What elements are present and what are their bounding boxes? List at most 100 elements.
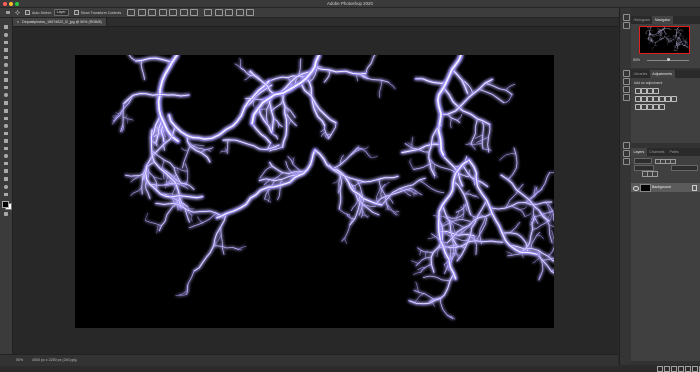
brush-tool-icon[interactable] — [3, 92, 9, 98]
tab-navigator[interactable]: Navigator — [652, 16, 672, 24]
align-left-icon[interactable] — [127, 9, 135, 16]
align-bottom-icon[interactable] — [180, 9, 188, 16]
type-tool-icon[interactable] — [3, 153, 9, 159]
opacity-field[interactable] — [671, 165, 698, 171]
navigator-zoom-thumb[interactable] — [667, 58, 670, 61]
document-canvas[interactable] — [75, 55, 554, 328]
lock-all-icon[interactable] — [652, 171, 658, 177]
eraser-tool-icon[interactable] — [3, 115, 9, 121]
auto-select-control[interactable]: Auto-Select: Layer — [25, 9, 69, 16]
properties-icon[interactable] — [623, 22, 630, 29]
lightning-branch — [278, 179, 282, 199]
options-bar: Auto-Select: Layer Show Transform Contro… — [0, 8, 700, 18]
rectangle-tool-icon[interactable] — [3, 168, 9, 174]
layer-name[interactable]: Background — [652, 185, 671, 189]
lasso-tool-icon[interactable] — [3, 47, 9, 53]
thumbnail-lightning-branch — [647, 40, 648, 41]
swatches-icon[interactable] — [623, 86, 630, 93]
new-layer-icon[interactable] — [692, 366, 698, 372]
path-select-tool-icon[interactable] — [3, 161, 9, 167]
lightning-branch — [198, 217, 203, 223]
history-brush-tool-icon[interactable] — [3, 108, 9, 114]
paths-panel-icon[interactable] — [623, 158, 630, 165]
transform-controls-checkbox[interactable] — [74, 10, 79, 15]
lightning-branch — [124, 55, 136, 61]
quick-select-tool-icon[interactable] — [3, 54, 9, 60]
history-icon[interactable] — [623, 14, 630, 21]
align-center-icon[interactable] — [138, 9, 146, 16]
slide-3d-icon[interactable] — [236, 9, 244, 16]
exposure-icon[interactable] — [653, 88, 659, 94]
tab-histogram[interactable]: Histogram — [631, 16, 652, 24]
frame-tool-icon[interactable] — [3, 70, 9, 76]
thumbnail-lightning-branch — [672, 30, 673, 31]
move-tool-preset[interactable] — [15, 10, 20, 15]
filter-shape-icon[interactable] — [670, 159, 676, 165]
new-group-icon[interactable] — [685, 366, 691, 372]
layer-style-icon[interactable] — [664, 366, 670, 372]
more-align-icon[interactable] — [190, 9, 198, 16]
thumbnail-lightning-branch — [660, 31, 661, 32]
app-title: Adobe Photoshop 2020 — [0, 1, 700, 6]
quick-mask-icon[interactable] — [3, 211, 9, 217]
navigator-thumbnail[interactable] — [639, 26, 690, 54]
tab-channels[interactable]: Channels — [647, 148, 667, 156]
tab-paths[interactable]: Paths — [667, 148, 681, 156]
thumbnail-lightning-branch — [682, 36, 684, 37]
channels-panel-icon[interactable] — [623, 150, 630, 157]
tab-layers[interactable]: Layers — [631, 148, 647, 156]
gradient-map-icon[interactable] — [659, 104, 665, 110]
home-button[interactable] — [5, 10, 10, 15]
link-layers-icon[interactable] — [657, 366, 663, 372]
clone-stamp-tool-icon[interactable] — [3, 100, 9, 106]
layer-row-background[interactable]: Background — [631, 183, 700, 192]
zoom-tool-icon[interactable] — [3, 184, 9, 190]
spot-heal-tool-icon[interactable] — [3, 85, 9, 91]
tab-libraries[interactable]: Libraries — [631, 70, 650, 78]
foreground-color-swatch[interactable] — [2, 201, 9, 208]
brushes-icon[interactable] — [623, 94, 630, 101]
move-tool-icon[interactable] — [3, 24, 9, 30]
layers-panel-icon[interactable] — [623, 142, 630, 149]
color-lookup-icon[interactable] — [671, 96, 677, 102]
lightning-branch — [351, 200, 357, 211]
lightning-branch — [342, 225, 350, 241]
color-icon[interactable] — [623, 78, 630, 85]
orbit-3d-icon[interactable] — [204, 9, 212, 16]
drag-3d-icon[interactable] — [225, 9, 233, 16]
auto-select-dropdown[interactable]: Layer — [54, 9, 69, 16]
align-right-icon[interactable] — [148, 9, 156, 16]
eyedropper-tool-icon[interactable] — [3, 77, 9, 83]
dodge-tool-icon[interactable] — [3, 138, 9, 144]
hand-tool-icon[interactable] — [3, 176, 9, 182]
auto-select-checkbox[interactable] — [25, 10, 30, 15]
adjustment-layer-icon[interactable] — [678, 366, 684, 372]
tab-adjustments[interactable]: Adjustments — [650, 70, 675, 78]
roll-3d-icon[interactable] — [215, 9, 223, 16]
crop-tool-icon[interactable] — [3, 62, 9, 68]
transform-controls-control[interactable]: Show Transform Controls — [74, 10, 122, 15]
layer-filter-dropdown[interactable] — [634, 158, 652, 164]
marquee-tool-icon[interactable] — [3, 39, 9, 45]
document-tab[interactable]: × Depositphotos_16074022_l2_jpg @ 50% (R… — [13, 18, 107, 26]
pen-tool-icon[interactable] — [3, 146, 9, 152]
align-top-icon[interactable] — [159, 9, 167, 16]
status-arrow-icon[interactable]: › — [75, 358, 76, 363]
more-tools-tool-icon[interactable] — [3, 191, 9, 197]
artboard-tool-icon[interactable] — [3, 32, 9, 38]
color-swatches[interactable] — [2, 201, 10, 209]
gradient-tool-icon[interactable] — [3, 123, 9, 129]
blur-tool-icon[interactable] — [3, 130, 9, 136]
scale-3d-icon[interactable] — [246, 9, 254, 16]
align-middle-icon[interactable] — [169, 9, 177, 16]
zoom-level[interactable]: 50% — [16, 358, 23, 362]
close-tab-icon[interactable]: × — [17, 18, 19, 26]
layer-mask-icon[interactable] — [671, 366, 677, 372]
lightning-branch — [159, 201, 179, 230]
navigator-zoom[interactable]: 50% — [633, 58, 640, 62]
visibility-eye-icon[interactable] — [633, 186, 639, 191]
layers-bottom-toolbar — [657, 366, 700, 372]
lightning-branch — [537, 254, 554, 277]
libraries-icon[interactable] — [623, 70, 630, 77]
lightning-branch — [448, 114, 460, 122]
